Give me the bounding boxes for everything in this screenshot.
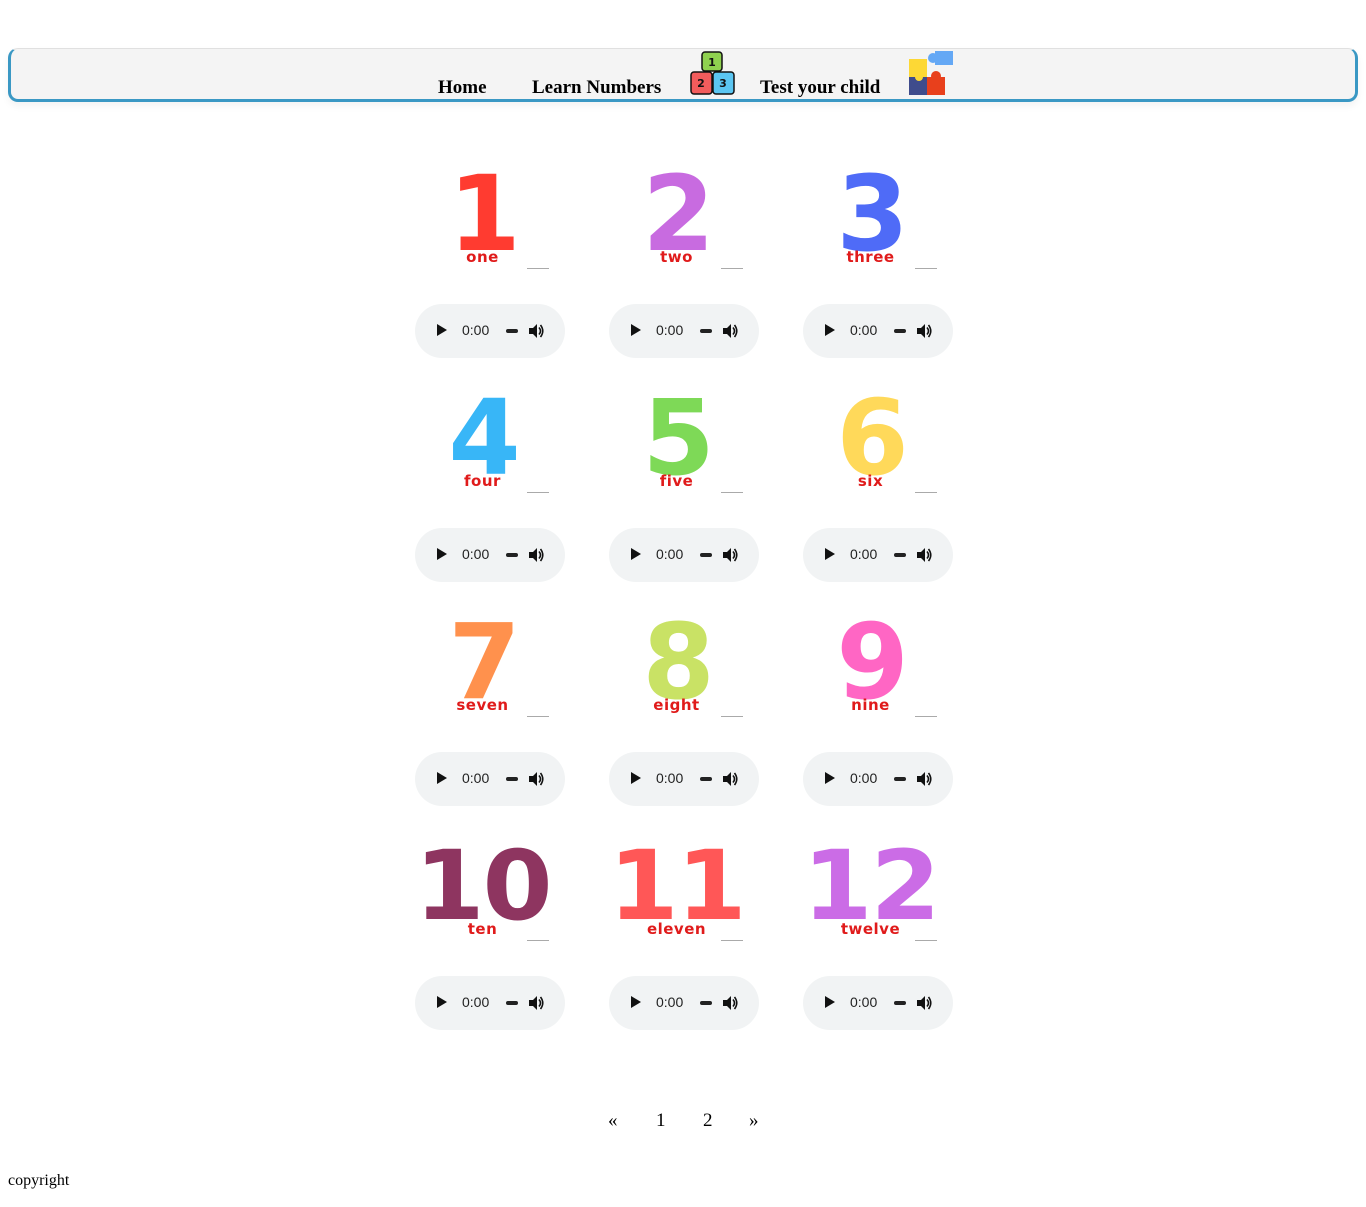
audio-progress-bar[interactable] — [894, 553, 906, 557]
audio-progress-bar[interactable] — [894, 1001, 906, 1005]
divider — [915, 940, 937, 941]
top-navbar: Home Learn Numbers 1 2 3 Test your child — [8, 48, 1358, 102]
audio-time: 0:00 — [462, 322, 490, 338]
audio-progress-bar[interactable] — [506, 329, 518, 333]
audio-player[interactable]: 0:00 — [803, 304, 953, 358]
audio-progress-bar[interactable] — [700, 1001, 712, 1005]
play-icon[interactable] — [631, 324, 641, 336]
play-icon[interactable] — [437, 548, 447, 560]
volume-icon[interactable] — [527, 546, 545, 564]
audio-progress-bar[interactable] — [506, 553, 518, 557]
divider — [527, 940, 549, 941]
audio-progress-bar[interactable] — [894, 329, 906, 333]
volume-icon[interactable] — [527, 322, 545, 340]
divider — [721, 268, 743, 269]
nav-learn-numbers-link[interactable]: Learn Numbers — [532, 77, 661, 99]
puzzle-icon — [909, 51, 953, 95]
divider — [915, 268, 937, 269]
number-word: nine — [851, 696, 890, 714]
number-word: five — [659, 472, 694, 490]
volume-icon[interactable] — [721, 322, 739, 340]
audio-player[interactable]: 0:00 — [803, 976, 953, 1030]
play-icon[interactable] — [437, 996, 447, 1008]
play-icon[interactable] — [437, 772, 447, 784]
pagination: « 1 2 » — [0, 1110, 1366, 1134]
number-blocks-icon: 1 2 3 — [690, 51, 735, 95]
play-icon[interactable] — [437, 324, 447, 336]
audio-time: 0:00 — [656, 994, 684, 1010]
number-word: four — [464, 472, 501, 490]
divider — [527, 268, 549, 269]
audio-progress-bar[interactable] — [506, 1001, 518, 1005]
number-word: twelve — [840, 920, 901, 938]
audio-player[interactable]: 0:00 — [609, 752, 759, 806]
pagination-next[interactable]: » — [749, 1110, 759, 1132]
volume-icon[interactable] — [527, 770, 545, 788]
audio-time: 0:00 — [850, 322, 878, 338]
footer-copyright: copyright — [8, 1172, 70, 1189]
play-icon[interactable] — [631, 548, 641, 560]
audio-player[interactable]: 0:00 — [803, 752, 953, 806]
divider — [915, 716, 937, 717]
audio-player[interactable]: 0:00 — [609, 528, 759, 582]
volume-icon[interactable] — [721, 770, 739, 788]
divider — [721, 492, 743, 493]
volume-icon[interactable] — [721, 546, 739, 564]
nav-home-link[interactable]: Home — [438, 77, 487, 99]
number-word: six — [857, 472, 884, 490]
volume-icon[interactable] — [527, 994, 545, 1012]
audio-progress-bar[interactable] — [700, 329, 712, 333]
audio-time: 0:00 — [462, 770, 490, 786]
audio-time: 0:00 — [850, 770, 878, 786]
volume-icon[interactable] — [915, 546, 933, 564]
volume-icon[interactable] — [915, 770, 933, 788]
audio-progress-bar[interactable] — [894, 777, 906, 781]
volume-icon[interactable] — [915, 994, 933, 1012]
pagination-prev[interactable]: « — [608, 1110, 618, 1132]
audio-player[interactable]: 0:00 — [415, 304, 565, 358]
number-word: seven — [456, 696, 509, 714]
play-icon[interactable] — [631, 996, 641, 1008]
play-icon[interactable] — [825, 324, 835, 336]
pagination-page-1[interactable]: 1 — [656, 1110, 666, 1132]
audio-progress-bar[interactable] — [700, 553, 712, 557]
audio-player[interactable]: 0:00 — [803, 528, 953, 582]
audio-time: 0:00 — [656, 770, 684, 786]
number-word: two — [660, 248, 693, 266]
number-word: ten — [467, 920, 498, 938]
audio-progress-bar[interactable] — [700, 777, 712, 781]
block-digit-3: 3 — [719, 77, 727, 90]
block-digit-1: 1 — [708, 56, 716, 69]
block-digit-2: 2 — [697, 77, 705, 90]
audio-player[interactable]: 0:00 — [609, 304, 759, 358]
audio-progress-bar[interactable] — [506, 777, 518, 781]
volume-icon[interactable] — [915, 322, 933, 340]
divider — [721, 716, 743, 717]
play-icon[interactable] — [825, 996, 835, 1008]
play-icon[interactable] — [825, 548, 835, 560]
audio-player[interactable]: 0:00 — [415, 976, 565, 1030]
audio-time: 0:00 — [462, 994, 490, 1010]
pagination-page-2[interactable]: 2 — [703, 1110, 713, 1132]
play-icon[interactable] — [631, 772, 641, 784]
divider — [527, 492, 549, 493]
audio-time: 0:00 — [656, 322, 684, 338]
number-word: one — [466, 248, 499, 266]
audio-player[interactable]: 0:00 — [415, 752, 565, 806]
divider — [527, 716, 549, 717]
number-word: eight — [653, 696, 700, 714]
number-word: three — [846, 248, 895, 266]
audio-time: 0:00 — [850, 994, 878, 1010]
audio-player[interactable]: 0:00 — [415, 528, 565, 582]
audio-time: 0:00 — [462, 546, 490, 562]
nav-test-your-child-link[interactable]: Test your child — [760, 77, 880, 99]
divider — [721, 940, 743, 941]
number-word: eleven — [646, 920, 707, 938]
play-icon[interactable] — [825, 772, 835, 784]
audio-time: 0:00 — [850, 546, 878, 562]
audio-player[interactable]: 0:00 — [609, 976, 759, 1030]
divider — [915, 492, 937, 493]
audio-time: 0:00 — [656, 546, 684, 562]
volume-icon[interactable] — [721, 994, 739, 1012]
